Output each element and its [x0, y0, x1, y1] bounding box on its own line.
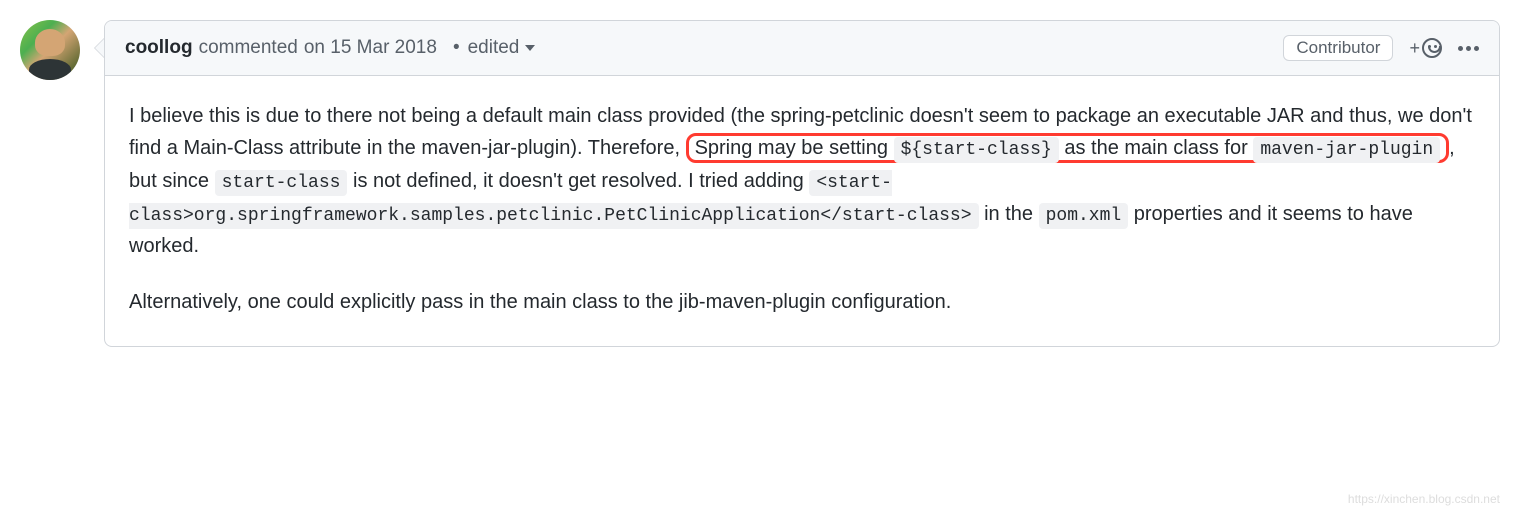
comment-body: I believe this is due to there not being…	[105, 76, 1499, 346]
bullet-separator: •	[453, 37, 460, 59]
kebab-menu-button[interactable]	[1458, 46, 1479, 51]
author-link[interactable]: coollog	[125, 37, 193, 59]
comment-container: coollog commented on 15 Mar 2018 • edite…	[104, 20, 1500, 347]
timestamp[interactable]: on 15 Mar 2018	[304, 37, 437, 59]
emoji-icon	[1422, 38, 1442, 58]
code-start-class: start-class	[215, 170, 348, 196]
highlighted-annotation: Spring may be setting ${start-class} as …	[686, 133, 1450, 163]
comment-header: coollog commented on 15 Mar 2018 • edite…	[105, 21, 1499, 76]
action-text: commented	[199, 37, 298, 59]
avatar[interactable]	[20, 20, 80, 80]
edited-dropdown[interactable]: • edited	[445, 37, 535, 59]
code-maven-jar-plugin: maven-jar-plugin	[1253, 137, 1440, 163]
watermark: https://xinchen.blog.csdn.net	[1348, 492, 1500, 506]
comment-arrow	[94, 38, 104, 58]
paragraph-1: I believe this is due to there not being…	[129, 100, 1475, 262]
add-reaction-button[interactable]: +	[1409, 38, 1442, 59]
edited-label: edited	[468, 37, 520, 59]
code-start-class-var: ${start-class}	[894, 137, 1059, 163]
code-pom-xml: pom.xml	[1039, 203, 1129, 229]
plus-icon: +	[1409, 38, 1420, 59]
contributor-badge: Contributor	[1283, 35, 1393, 61]
chevron-down-icon	[525, 45, 535, 51]
paragraph-2: Alternatively, one could explicitly pass…	[129, 286, 1475, 318]
